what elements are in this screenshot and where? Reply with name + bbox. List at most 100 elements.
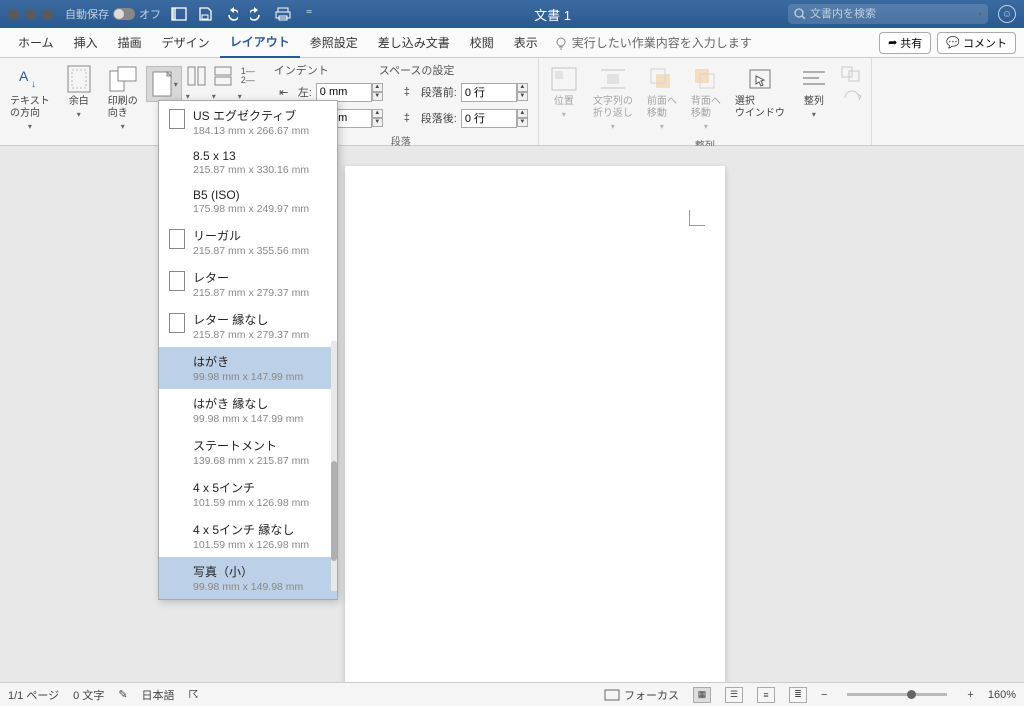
share-icon: ➦ [888, 36, 897, 49]
document-canvas[interactable] [0, 146, 1024, 682]
tab-参照設定[interactable]: 参照設定 [300, 28, 368, 58]
language-status[interactable]: 日本語 [142, 687, 175, 703]
tell-me[interactable]: 実行したい作業内容を入力します [554, 34, 752, 51]
selection-pane-icon [745, 64, 775, 94]
size-option[interactable]: はがき99.98 mm x 147.99 mm [159, 347, 337, 389]
title-bar: 自動保存 オフ ⁼ 文書 1 ▾ ☺ [0, 0, 1024, 28]
orientation-button[interactable]: 印刷の 向き ▾ [102, 60, 144, 136]
selection-pane-button[interactable]: 選択 ウインドウ [729, 60, 791, 124]
margins-icon [64, 64, 94, 94]
size-option[interactable]: 写真（小）99.98 mm x 149.98 mm [159, 557, 337, 599]
zoom-out-button[interactable]: − [821, 689, 827, 701]
position-icon [549, 64, 579, 94]
web-view-button[interactable]: ≡ [757, 687, 775, 703]
tab-挿入[interactable]: 挿入 [64, 28, 108, 58]
zoom-slider[interactable] [847, 693, 947, 696]
feedback-icon[interactable]: ☺ [998, 5, 1016, 23]
save-icon[interactable] [197, 6, 213, 22]
focus-mode-button[interactable]: フォーカス [604, 687, 679, 703]
size-option[interactable]: レター215.87 mm x 279.37 mm [159, 263, 337, 305]
search-icon [794, 8, 806, 20]
page-size-icon [150, 70, 174, 98]
line-numbers-icon: 1—2— [238, 66, 258, 86]
page[interactable] [345, 166, 725, 682]
home-icon[interactable] [171, 6, 187, 22]
wrap-text-button[interactable]: 文字列の 折り返し▾ [587, 60, 639, 136]
minimize-dot[interactable] [25, 9, 36, 20]
size-option[interactable]: 4 x 5インチ 縁なし101.59 mm x 126.98 mm [159, 515, 337, 557]
bulb-icon [554, 36, 568, 50]
qat-more-icon[interactable]: ⁼ [301, 6, 317, 22]
tab-デザイン[interactable]: デザイン [152, 28, 220, 58]
size-option[interactable]: B5 (ISO)175.98 mm x 249.97 mm [159, 182, 337, 221]
bring-forward-button[interactable]: 前面へ 移動▾ [641, 60, 683, 136]
columns-icon [186, 66, 206, 86]
orientation-icon [108, 64, 138, 94]
rotate-button[interactable] [841, 88, 863, 104]
position-button[interactable]: 位置▾ [543, 60, 585, 124]
outline-view-button[interactable]: ≣ [789, 687, 807, 703]
tab-校閲[interactable]: 校閲 [460, 28, 504, 58]
align-button[interactable]: 整列▾ [793, 60, 835, 124]
window-controls [8, 9, 53, 20]
comment-icon: 💬 [946, 36, 960, 49]
zoom-level[interactable]: 160% [988, 689, 1016, 701]
undo-icon[interactable] [223, 6, 239, 22]
search-input[interactable] [810, 8, 974, 20]
status-bar: 1/1 ページ 0 文字 ✎ 日本語 ☈ フォーカス ▦ ☰ ≡ ≣ − + 1… [0, 682, 1024, 706]
send-backward-button[interactable]: 背面へ 移動▾ [685, 60, 727, 136]
size-option[interactable]: US エグゼクティブ184.13 mm x 266.67 mm [159, 101, 337, 143]
chevron-down-icon[interactable]: ▾ [978, 10, 982, 19]
menu-scrollbar[interactable] [331, 341, 337, 591]
tab-ホーム[interactable]: ホーム [8, 28, 64, 58]
size-option[interactable]: はがき 縁なし99.98 mm x 147.99 mm [159, 389, 337, 431]
accessibility-icon[interactable]: ☈ [189, 688, 199, 701]
redo-icon[interactable] [249, 6, 265, 22]
ribbon: A↓ テキスト の方向 ▾ 余白 ▾ 印刷の 向き ▾ ▾ ▾ [0, 58, 1024, 146]
page-size-menu: US エグゼクティブ184.13 mm x 266.67 mm8.5 x 132… [158, 100, 338, 600]
search-box[interactable]: ▾ [788, 4, 988, 24]
line-numbers-button[interactable]: 1—2—▾ [238, 66, 258, 104]
size-option[interactable]: 8.5 x 13215.87 mm x 330.16 mm [159, 143, 337, 182]
send-backward-icon [691, 64, 721, 94]
print-layout-view-button[interactable]: ▦ [693, 687, 711, 703]
size-option[interactable]: リーガル215.87 mm x 355.56 mm [159, 221, 337, 263]
share-button[interactable]: ➦共有 [879, 32, 931, 54]
breaks-icon [212, 66, 232, 86]
bring-forward-icon [647, 64, 677, 94]
group-objects-button[interactable] [841, 66, 863, 82]
space-before-input[interactable]: ▲▼ [461, 83, 528, 102]
size-option[interactable]: レター 縁なし215.87 mm x 279.37 mm [159, 305, 337, 347]
size-option[interactable]: 4 x 5インチ101.59 mm x 126.98 mm [159, 473, 337, 515]
tab-描画[interactable]: 描画 [108, 28, 152, 58]
text-direction-button[interactable]: A↓ テキスト の方向 ▾ [4, 60, 56, 136]
space-after-input[interactable]: ▲▼ [461, 109, 528, 128]
indent-label: インデント [274, 62, 329, 78]
print-icon[interactable] [275, 6, 291, 22]
close-dot[interactable] [8, 9, 19, 20]
document-title: 文書 1 [317, 5, 788, 24]
tab-差し込み文書[interactable]: 差し込み文書 [368, 28, 460, 58]
wrap-text-icon [598, 64, 628, 94]
size-option[interactable]: ステートメント139.68 mm x 215.87 mm [159, 431, 337, 473]
comments-button[interactable]: 💬コメント [937, 32, 1016, 54]
svg-text:↓: ↓ [31, 79, 36, 90]
ribbon-tabs: ホーム挿入描画デザインレイアウト参照設定差し込み文書校閲表示 実行したい作業内容… [0, 28, 1024, 58]
zoom-dot[interactable] [42, 9, 53, 20]
zoom-in-button[interactable]: + [967, 689, 973, 701]
spellcheck-icon[interactable]: ✎ [118, 688, 127, 701]
indent-left-input[interactable]: ▲▼ [316, 83, 383, 102]
columns-button[interactable]: ▾ [186, 66, 206, 104]
read-view-button[interactable]: ☰ [725, 687, 743, 703]
text-direction-icon: A↓ [15, 64, 45, 94]
margins-button[interactable]: 余白 ▾ [58, 60, 100, 124]
breaks-button[interactable]: ▾ [212, 66, 232, 104]
tab-表示[interactable]: 表示 [504, 28, 548, 58]
svg-text:A: A [19, 68, 29, 84]
autosave-toggle[interactable]: 自動保存 オフ [65, 6, 161, 22]
page-size-button[interactable]: ▾ [146, 66, 182, 102]
tab-レイアウト[interactable]: レイアウト [220, 28, 300, 58]
page-count[interactable]: 1/1 ページ [8, 687, 59, 703]
space-before-icon: ‡ [397, 82, 417, 102]
word-count[interactable]: 0 文字 [73, 687, 104, 703]
